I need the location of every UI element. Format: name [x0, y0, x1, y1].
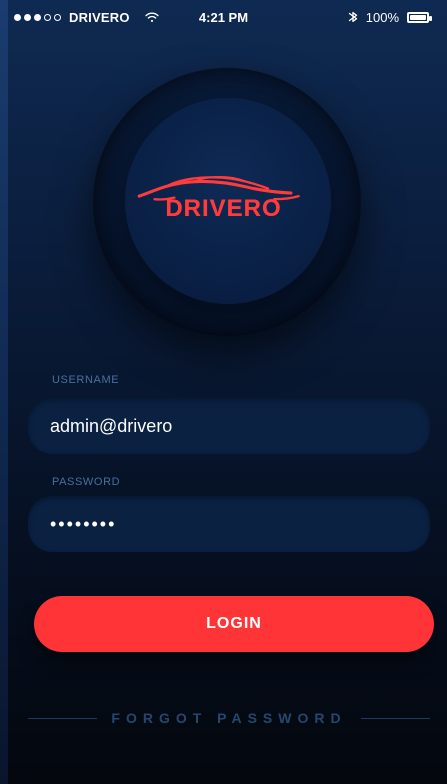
signal-dot-empty: [44, 13, 51, 21]
signal-dot: [24, 13, 31, 21]
battery-icon: [407, 11, 432, 23]
username-value: admin@drivero: [50, 415, 173, 436]
username-field[interactable]: admin@drivero: [28, 398, 430, 454]
bluetooth-icon: [348, 11, 357, 23]
battery-fill: [410, 14, 426, 20]
password-field[interactable]: ••••••••: [28, 496, 430, 552]
signal-dot: [14, 13, 21, 21]
divider-left: [28, 717, 98, 719]
password-label: PASSWORD: [52, 476, 121, 488]
status-left: DRIVERO: [14, 10, 160, 25]
status-right: 100%: [348, 9, 432, 25]
brand-name: DRIVERO: [165, 195, 282, 222]
signal-dot-empty: [54, 13, 61, 21]
status-time: 4:21 PM: [198, 9, 249, 25]
brand-logo: DRIVERO: [0, 160, 447, 230]
forgot-password-link[interactable]: FORGOT PASSWORD: [111, 710, 346, 726]
status-bar: DRIVERO 4:21 PM 100%: [0, 0, 447, 34]
wifi-icon: [144, 12, 159, 22]
password-value: ••••••••: [50, 513, 117, 534]
signal-dots-icon: [14, 13, 61, 21]
divider-right: [360, 717, 430, 719]
login-button[interactable]: LOGIN: [34, 596, 434, 652]
signal-dot: [34, 13, 41, 21]
carrier-name: DRIVERO: [69, 9, 130, 25]
forgot-password-row[interactable]: FORGOT PASSWORD: [28, 708, 430, 728]
battery-percent: 100%: [365, 9, 399, 25]
username-label: USERNAME: [52, 374, 120, 386]
login-screen: DRIVERO 4:21 PM 100% DRIVERO USERNAME ad…: [0, 0, 447, 784]
